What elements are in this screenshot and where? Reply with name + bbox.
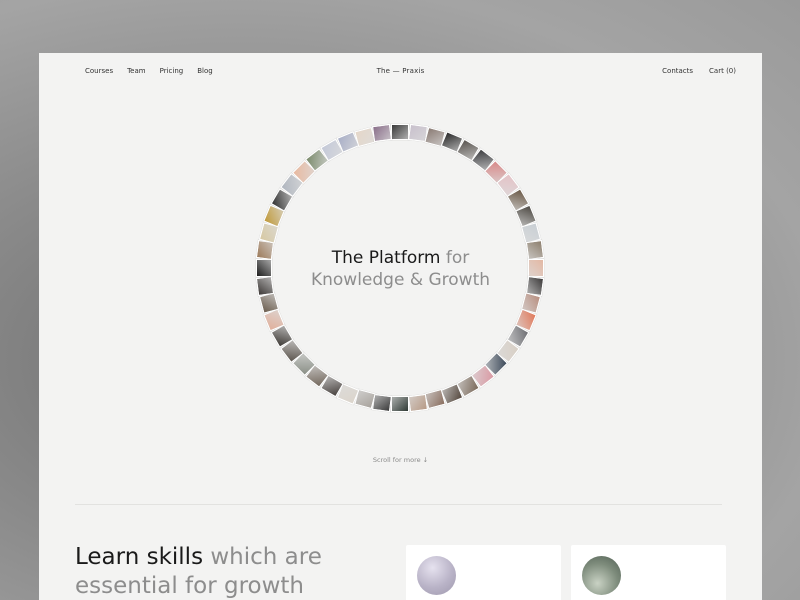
card-orb-image <box>417 556 456 595</box>
ring-thumbnail[interactable] <box>407 393 428 412</box>
page-frame: Courses Team Pricing Blog The — Praxis C… <box>39 53 762 600</box>
course-card[interactable] <box>406 545 561 600</box>
ring-thumbnail[interactable] <box>372 393 393 412</box>
hero-title-line2: Knowledge & Growth <box>310 270 491 290</box>
card-orb-image <box>582 556 621 595</box>
scroll-hint[interactable]: Scroll for more ↓ <box>39 456 762 464</box>
learn-heading-line2: essential for growth <box>75 573 305 599</box>
hero-title-for: for <box>440 248 470 268</box>
learn-heading: Learn skills which are essential for gro… <box>75 543 322 600</box>
ring-thumbnail[interactable] <box>391 396 409 412</box>
hero-title: The Platform for Knowledge & Growth <box>39 247 762 291</box>
learn-heading-main: Learn skills <box>75 544 204 570</box>
ring-thumbnail[interactable] <box>391 124 409 140</box>
ring-thumbnail[interactable] <box>372 124 393 143</box>
hero-title-main: The Platform <box>331 248 441 268</box>
learn-heading-rest: which are <box>203 544 322 570</box>
course-card[interactable] <box>571 545 726 600</box>
section-divider <box>75 504 722 505</box>
